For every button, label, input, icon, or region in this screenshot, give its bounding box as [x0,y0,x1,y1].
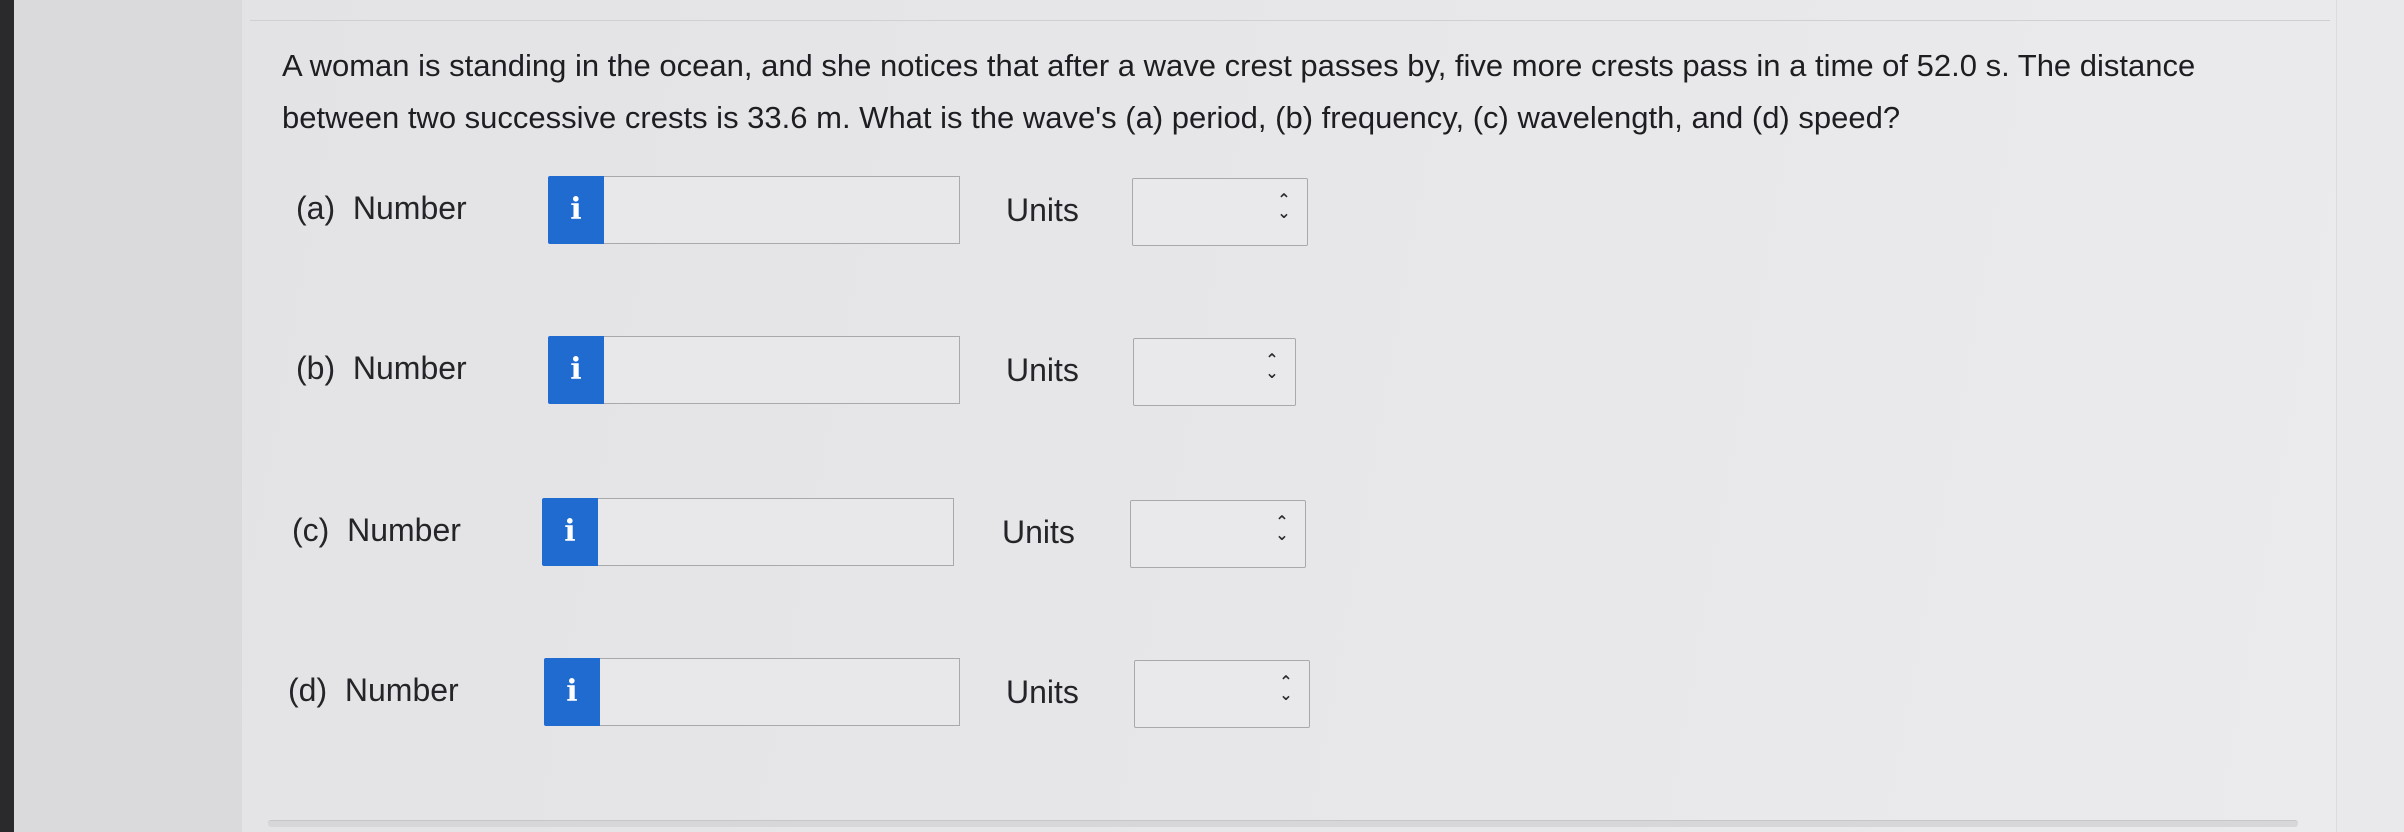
number-input-b[interactable] [604,336,960,404]
part-c-label: (c) Number [292,512,461,549]
number-input-c[interactable] [598,498,954,566]
number-input-d[interactable] [600,658,960,726]
units-select-a[interactable]: ⌃ ⌄ [1132,178,1308,246]
units-select-c[interactable]: ⌃ ⌄ [1130,500,1306,568]
part-b-label: (b) Number [296,350,467,387]
top-divider [250,20,2330,21]
units-select-b[interactable]: ⌃ ⌄ [1133,338,1296,406]
part-d-label: (d) Number [288,672,459,709]
answer-row-d: (d) Number i Units ⌃ ⌄ [0,658,2404,730]
units-select-d[interactable]: ⌃ ⌄ [1134,660,1310,728]
chevron-up-down-icon: ⌃ ⌄ [1279,672,1293,704]
part-a-label: (a) Number [296,190,467,227]
info-icon[interactable]: i [542,498,598,566]
answer-row-c: (c) Number i Units ⌃ ⌄ [0,498,2404,570]
number-label: Number [344,672,459,708]
units-label: Units [1006,192,1079,228]
part-letter: (c) [292,512,330,548]
chevron-up-down-icon: ⌃ ⌄ [1265,350,1279,382]
number-label: Number [352,350,467,386]
part-letter: (a) [296,190,336,226]
units-label: Units [1002,514,1075,550]
chevron-up-down-icon: ⌃ ⌄ [1277,190,1291,222]
question-text: A woman is standing in the ocean, and sh… [282,48,2196,135]
part-letter: (d) [288,672,328,708]
number-label: Number [352,190,467,226]
units-label: Units [1006,352,1079,388]
info-icon[interactable]: i [548,336,604,404]
part-letter: (b) [296,350,336,386]
units-label: Units [1006,674,1079,710]
chevron-up-down-icon: ⌃ ⌄ [1275,512,1289,544]
bottom-divider [268,820,2298,827]
info-icon[interactable]: i [544,658,600,726]
info-icon[interactable]: i [548,176,604,244]
number-label: Number [347,512,461,548]
number-input-a[interactable] [604,176,960,244]
answer-row-a: (a) Number i Units ⌃ ⌄ [0,176,2404,248]
answer-row-b: (b) Number i Units ⌃ ⌄ [0,336,2404,408]
